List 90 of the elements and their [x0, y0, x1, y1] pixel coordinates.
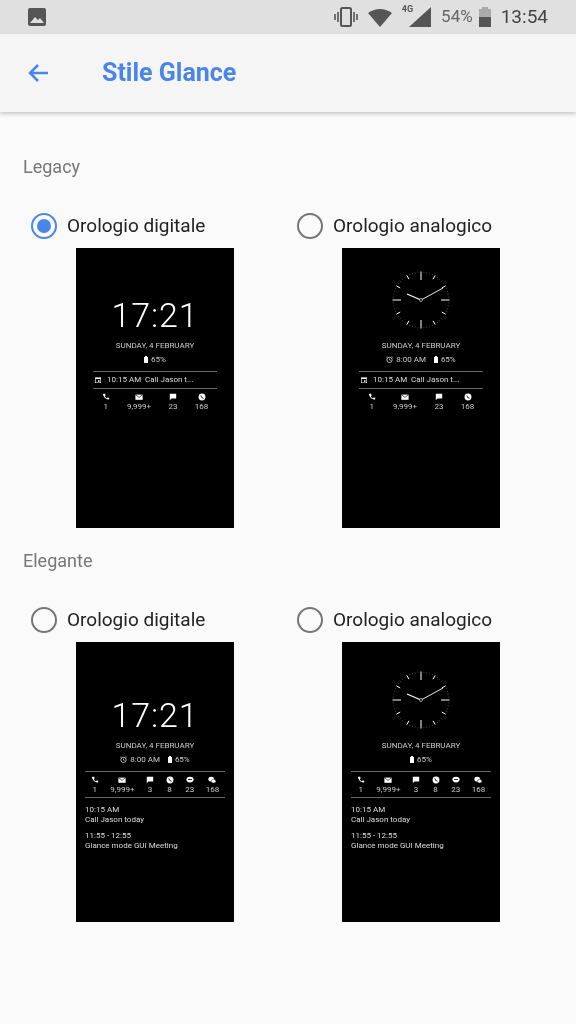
event-title: Glance mode GUI Meeting — [85, 842, 179, 850]
phone-icon — [90, 776, 99, 784]
notification-count: 9,999+ — [376, 786, 401, 794]
mail-icon — [401, 393, 410, 401]
radio-option[interactable]: Orologio analogico — [297, 606, 563, 634]
battery-percent: 54% — [441, 5, 473, 29]
phone-bubble-icon — [431, 776, 440, 784]
radio-button[interactable] — [297, 607, 323, 633]
notification-count: 23 — [434, 403, 444, 411]
notification-count: 3 — [413, 786, 419, 794]
event-time: 11:55 - 12:55 — [85, 832, 133, 840]
notification-count: 1 — [358, 786, 364, 794]
battery-icon — [433, 356, 438, 363]
notification-count: 168 — [205, 786, 220, 794]
alarm-clock-icon — [120, 756, 128, 763]
date-text: SUNDAY, 4 FEBRUARY — [381, 742, 461, 750]
event-title: Call Jason today — [85, 816, 145, 824]
message-icon — [412, 776, 420, 784]
event-title: Call Jason today — [351, 816, 411, 824]
notification-count: 8 — [167, 786, 172, 794]
battery-text: 65% — [174, 755, 190, 764]
image-icon — [28, 8, 46, 26]
battery-text: 65% — [440, 355, 456, 364]
event-text: 10:15 AM Call Jason t... — [373, 376, 460, 384]
network-type: 4G — [401, 5, 414, 14]
battery-icon — [144, 356, 149, 363]
message-icon — [146, 776, 154, 784]
notification-count: 1 — [369, 403, 374, 411]
notification-count: 1 — [103, 403, 108, 411]
clock-time: 17:21 — [111, 298, 199, 332]
notification-count: 168 — [194, 403, 209, 411]
mail-icon — [118, 776, 127, 784]
notification-count: 9,999+ — [110, 786, 135, 794]
notification-count: 23 — [168, 403, 178, 411]
notification-count: 1 — [92, 786, 98, 794]
notification-count: 3 — [147, 786, 153, 794]
radio-option[interactable]: Orologio digitale — [31, 606, 297, 634]
analog-clock-drawing — [391, 670, 451, 730]
event-time: 10:15 AM — [351, 806, 387, 814]
radio-option[interactable]: Orologio analogico — [297, 212, 563, 240]
date-text: SUNDAY, 4 FEBRUARY — [381, 342, 461, 350]
radio-button[interactable] — [297, 213, 323, 239]
battery-icon — [410, 756, 415, 763]
event-title: Glance mode GUI Meeting — [351, 842, 445, 850]
chat-bubbles-icon — [474, 776, 483, 784]
alarm-text: 8:00 AM — [130, 755, 160, 764]
notification-count: 9,999+ — [393, 403, 418, 411]
notification-count: 168 — [471, 786, 486, 794]
event-text: 10:15 AM Call Jason t... — [107, 376, 194, 384]
event-time: 10:15 AM — [85, 806, 121, 814]
battery-icon — [167, 756, 172, 763]
phone-bubble-icon — [197, 393, 206, 401]
chat-bubble-icon — [451, 776, 460, 784]
event-time: 11:55 - 12:55 — [351, 832, 399, 840]
battery-icon — [478, 7, 491, 27]
mail-icon — [135, 393, 144, 401]
mail-icon — [384, 776, 393, 784]
chat-bubbles-icon — [208, 776, 217, 784]
section-header: Elegante — [22, 552, 94, 570]
message-icon — [434, 393, 443, 401]
phone-icon — [356, 776, 365, 784]
clock-time: 13:54 — [500, 3, 548, 30]
chat-bubble-icon — [185, 776, 194, 784]
notification-count: 23 — [451, 786, 461, 794]
alarm-clock-icon — [386, 356, 394, 363]
date-text: SUNDAY, 4 FEBRUARY — [115, 742, 195, 750]
phone-bubble-icon — [463, 393, 472, 401]
notification-count: 9,999+ — [127, 403, 152, 411]
clock-time: 17:21 — [111, 698, 199, 732]
date-text: SUNDAY, 4 FEBRUARY — [115, 342, 195, 350]
battery-text: 65% — [151, 355, 166, 364]
page-title: Stile Glance — [102, 57, 237, 90]
notification-count: 168 — [460, 403, 475, 411]
phone-bubble-icon — [165, 776, 174, 784]
calendar-icon — [95, 377, 101, 383]
radio-button[interactable] — [31, 213, 57, 239]
radio-option[interactable]: Orologio digitale — [31, 212, 297, 240]
phone-icon — [367, 393, 376, 401]
radio-button[interactable] — [31, 607, 57, 633]
wifi-icon — [367, 7, 392, 27]
calendar-icon — [361, 377, 367, 383]
vibrate-icon — [333, 7, 358, 27]
battery-text: 65% — [417, 755, 432, 764]
notification-count: 8 — [433, 786, 438, 794]
alarm-text: 8:00 AM — [396, 355, 426, 364]
message-icon — [168, 393, 177, 401]
section-header: Legacy — [22, 158, 82, 176]
analog-clock-drawing — [391, 270, 451, 330]
notification-count: 23 — [185, 786, 195, 794]
phone-icon — [101, 393, 110, 401]
